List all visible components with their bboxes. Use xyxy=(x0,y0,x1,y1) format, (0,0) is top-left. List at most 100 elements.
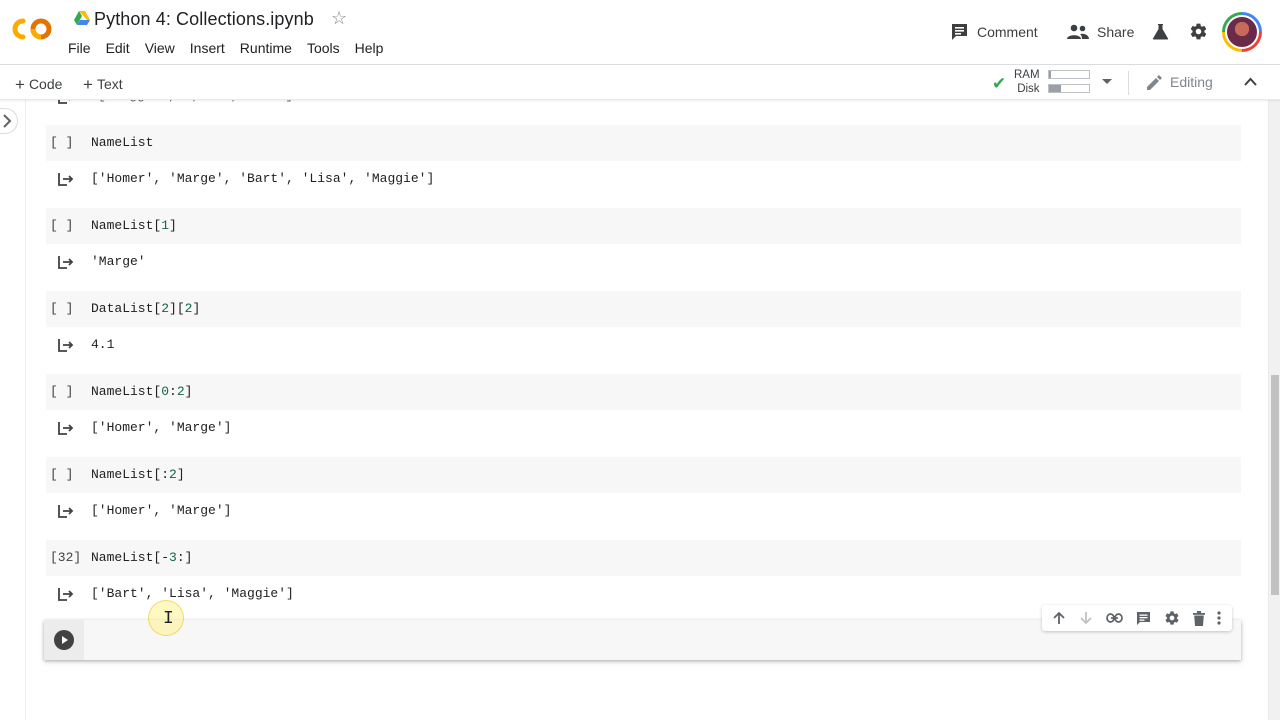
sidebar-toggle[interactable] xyxy=(0,108,18,134)
gear-icon[interactable] xyxy=(1189,22,1208,41)
plus-icon: + xyxy=(15,75,25,94)
arrow-down-icon[interactable] xyxy=(1079,611,1093,625)
code-line[interactable]: DataList[2][2] xyxy=(91,301,200,316)
code-line[interactable]: NameList[0:2] xyxy=(91,384,192,399)
chevron-down-icon[interactable] xyxy=(1102,79,1112,84)
flask-icon[interactable] xyxy=(1152,23,1169,40)
execution-count[interactable]: [ ] xyxy=(50,135,73,150)
editing-label: Editing xyxy=(1170,74,1213,90)
star-icon[interactable]: ☆ xyxy=(331,8,347,29)
execution-count[interactable]: [ ] xyxy=(50,384,73,399)
menu-view[interactable]: View xyxy=(145,40,175,58)
cell-toolbar xyxy=(1042,605,1232,631)
code-token: NameList[ xyxy=(91,384,162,399)
output-text: ['Bart', 'Lisa', 'Maggie'] xyxy=(91,586,294,601)
code-cell[interactable]: [ ] NameList[:2] xyxy=(46,457,1241,493)
chevron-up-icon[interactable] xyxy=(1244,77,1257,86)
output-text: 4.1 xyxy=(91,337,115,352)
share-label: Share xyxy=(1097,24,1135,40)
menu-edit[interactable]: Edit xyxy=(106,40,130,58)
code-line[interactable]: NameList[1] xyxy=(91,218,177,233)
output-text: ['Homer', 'Marge'] xyxy=(91,420,232,435)
menu-bar: File Edit View Insert Runtime Tools Help xyxy=(68,40,398,58)
share-button[interactable]: Share xyxy=(1067,21,1134,43)
code-token: NameList xyxy=(91,135,154,150)
disk-usage-bar[interactable] xyxy=(1048,84,1090,93)
code-number-token: 0 xyxy=(161,384,170,399)
disk-label: Disk xyxy=(1017,83,1040,95)
add-code-label: Code xyxy=(28,76,63,92)
code-number-token: 3 xyxy=(169,550,177,565)
code-line[interactable]: NameList xyxy=(91,135,153,150)
notebook-title[interactable]: Python 4: Collections.ipynb xyxy=(94,9,314,30)
run-cell-button[interactable] xyxy=(54,630,74,650)
colab-logo[interactable] xyxy=(12,16,54,42)
comment-button[interactable]: Comment xyxy=(950,21,1038,43)
ram-usage-fill xyxy=(1049,71,1051,78)
code-token: ] xyxy=(169,218,177,233)
code-cell[interactable]: [32] NameList[-3:] xyxy=(46,540,1241,576)
code-cell[interactable]: [ ] DataList[2][2] xyxy=(46,291,1241,327)
code-line[interactable]: NameList[-3:] xyxy=(91,550,192,565)
code-cell[interactable]: [ ] NameList xyxy=(46,125,1241,161)
code-token: NameList[ xyxy=(91,218,162,233)
editing-mode-button[interactable]: Editing xyxy=(1147,74,1213,90)
code-line[interactable]: NameList[:2] xyxy=(91,467,185,482)
code-token: :] xyxy=(176,550,193,565)
scrollbar-thumb[interactable] xyxy=(1271,375,1279,595)
output-arrow-icon[interactable] xyxy=(58,338,74,352)
execution-count[interactable]: [ ] xyxy=(50,218,73,233)
code-cell[interactable]: [ ] NameList[0:2] xyxy=(46,374,1241,410)
pencil-icon xyxy=(1147,74,1162,90)
output-text: ['Homer', 'Marge', 'Bart', 'Lisa', 'Magg… xyxy=(91,171,435,186)
resource-labels[interactable]: RAM Disk xyxy=(1014,68,1040,96)
scrollbar-track[interactable] xyxy=(1268,100,1280,720)
trash-icon[interactable] xyxy=(1192,610,1205,626)
toolbar-divider xyxy=(1128,71,1129,95)
link-icon[interactable] xyxy=(1106,613,1123,623)
output-text: ['Homer', 'Marge'] xyxy=(91,503,232,518)
add-code-button[interactable]: + Code xyxy=(15,74,62,94)
menu-file[interactable]: File xyxy=(68,40,91,58)
code-token: ][ xyxy=(169,301,185,316)
more-vert-icon[interactable] xyxy=(1217,611,1222,625)
notebook-toolbar: + Code + Text ✔ RAM Disk Editing xyxy=(0,64,1280,100)
add-text-label: Text xyxy=(96,76,123,92)
comment-icon xyxy=(952,24,967,40)
output-arrow-icon[interactable] xyxy=(58,504,74,518)
code-token: DataList[ xyxy=(91,301,162,316)
google-drive-icon[interactable] xyxy=(74,11,90,25)
menu-tools[interactable]: Tools xyxy=(307,40,340,58)
user-avatar[interactable] xyxy=(1222,12,1262,52)
code-token: ] xyxy=(176,467,185,482)
text-cursor-icon: I xyxy=(163,609,174,629)
arrow-up-icon[interactable] xyxy=(1052,611,1066,625)
code-token: NameList[: xyxy=(91,467,170,482)
output-arrow-icon[interactable] xyxy=(58,255,74,269)
avatar-photo xyxy=(1225,15,1259,49)
execution-count[interactable]: [32] xyxy=(50,550,81,565)
code-token: NameList[- xyxy=(91,550,170,565)
disk-usage-fill xyxy=(1049,85,1061,92)
people-icon xyxy=(1067,24,1089,39)
output-arrow-icon[interactable] xyxy=(58,172,74,186)
output-arrow-icon[interactable] xyxy=(58,587,74,601)
code-number-token: 2 xyxy=(176,384,185,399)
execution-count[interactable]: [ ] xyxy=(50,301,73,316)
add-text-button[interactable]: + Text xyxy=(83,74,123,94)
execution-count[interactable]: [ ] xyxy=(50,467,73,482)
code-cell[interactable]: [ ] NameList[1] xyxy=(46,208,1241,244)
ram-label: RAM xyxy=(1014,69,1040,81)
menu-insert[interactable]: Insert xyxy=(190,40,225,58)
gear-icon[interactable] xyxy=(1164,610,1180,626)
code-token: : xyxy=(169,384,177,399)
output-arrow-icon[interactable] xyxy=(58,421,74,435)
menu-help[interactable]: Help xyxy=(355,40,384,58)
ram-usage-bar[interactable] xyxy=(1048,70,1090,79)
code-number-token: 2 xyxy=(161,301,170,316)
menu-runtime[interactable]: Runtime xyxy=(240,40,292,58)
comment-icon[interactable] xyxy=(1136,611,1151,626)
output-text: 'Marge' xyxy=(91,254,146,269)
connected-check-icon: ✔ xyxy=(992,74,1007,93)
comment-label: Comment xyxy=(977,24,1038,40)
